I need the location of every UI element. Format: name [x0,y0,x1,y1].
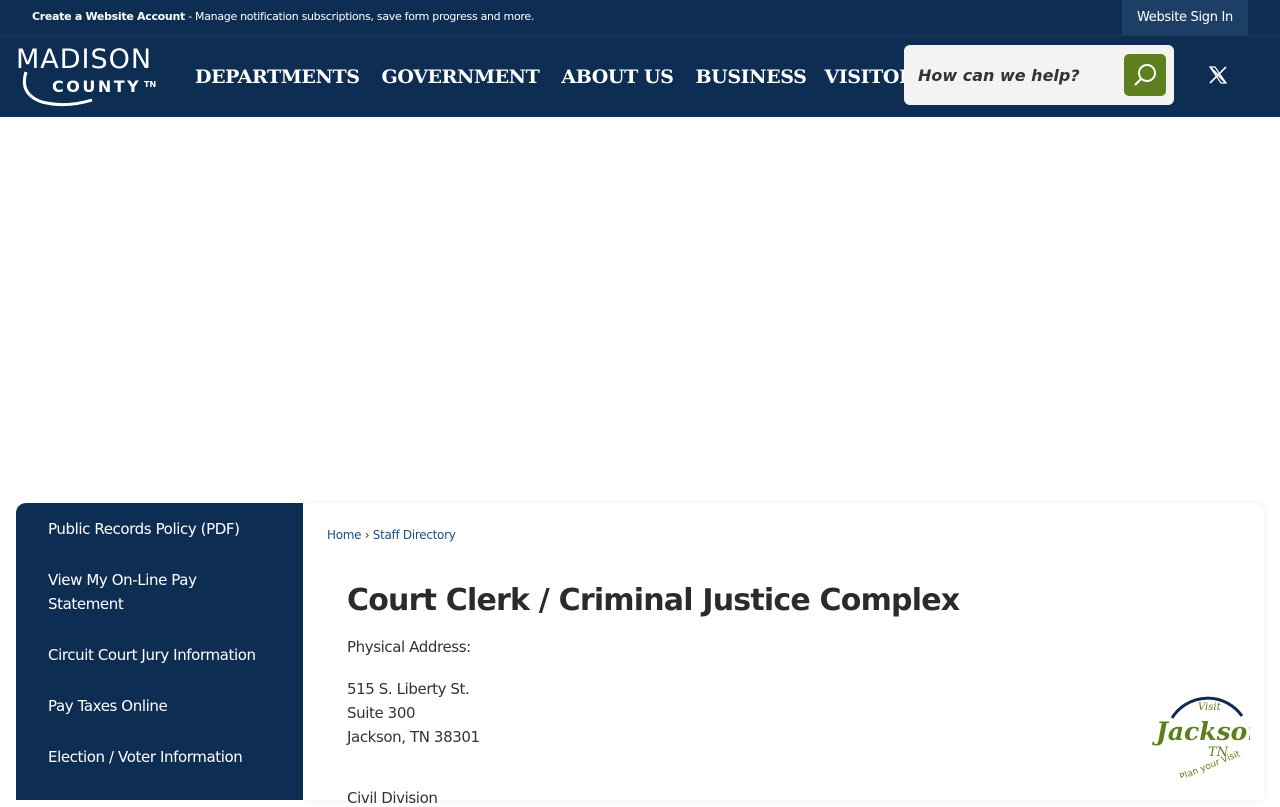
breadcrumb-home[interactable]: Home [327,528,362,542]
account-message-text: - Manage notification subscriptions, sav… [184,10,535,23]
svg-text:MADISON: MADISON [16,44,152,75]
physical-address: 515 S. Liberty St. Suite 300 Jackson, TN… [347,677,480,749]
address-line-1: 515 S. Liberty St. [347,680,470,698]
page-title: Court Clerk / Criminal Justice Complex [347,583,960,618]
civil-division-heading: Civil Division [347,789,438,807]
nav-business[interactable]: BUSINESS [696,66,807,88]
account-message: Create a Website Account - Manage notifi… [32,10,534,23]
physical-address-label: Physical Address: [347,638,471,656]
top-utility-bar: Create a Website Account - Manage notifi… [0,0,1280,35]
create-account-link[interactable]: Create a Website Account [32,10,185,23]
hero-banner [0,117,1280,503]
search-icon [1134,64,1156,86]
x-twitter-icon[interactable] [1206,63,1230,87]
visit-jackson-badge[interactable]: Visit Jackson TN Plan your Visit [1150,688,1250,778]
search-input[interactable] [918,59,1118,91]
address-line-2: Suite 300 [347,704,416,722]
nav-departments[interactable]: DEPARTMENTS [195,66,360,88]
breadcrumb-staff-directory[interactable]: Staff Directory [373,528,456,542]
main-navigation: DEPARTMENTS GOVERNMENT ABOUT US BUSINESS… [195,36,950,118]
nav-government[interactable]: GOVERNMENT [382,66,540,88]
breadcrumb: Home › Staff Directory [327,528,456,542]
madison-county-logo[interactable]: MADISON COUNTY TN [14,42,174,112]
website-sign-in-button[interactable]: Website Sign In [1122,0,1248,35]
sidebar-quick-links: Public Records Policy (PDF) View My On-L… [16,503,303,800]
svg-text:Jackson: Jackson [1152,717,1250,746]
address-line-3: Jackson, TN 38301 [347,728,480,746]
main-header: MADISON COUNTY TN DEPARTMENTS GOVERNMENT… [0,35,1280,117]
nav-about-us[interactable]: ABOUT US [561,66,674,88]
main-content: Home › Staff Directory Court Clerk / Cri… [303,503,1264,807]
svg-text:Visit: Visit [1198,702,1222,713]
search-box [904,45,1174,105]
sidebar-item-public-records-policy[interactable]: Public Records Policy (PDF) [16,517,303,541]
sidebar-item-election-voter[interactable]: Election / Voter Information [16,745,303,769]
search-button[interactable] [1124,54,1166,96]
sidebar-item-pay-taxes[interactable]: Pay Taxes Online [16,694,303,718]
breadcrumb-separator: › [361,528,373,542]
svg-text:COUNTY: COUNTY [52,77,141,96]
svg-text:TN: TN [144,80,156,89]
sidebar-item-pay-statement[interactable]: View My On-Line Pay Statement [16,568,226,616]
sidebar-item-jury-information[interactable]: Circuit Court Jury Information [16,643,303,667]
